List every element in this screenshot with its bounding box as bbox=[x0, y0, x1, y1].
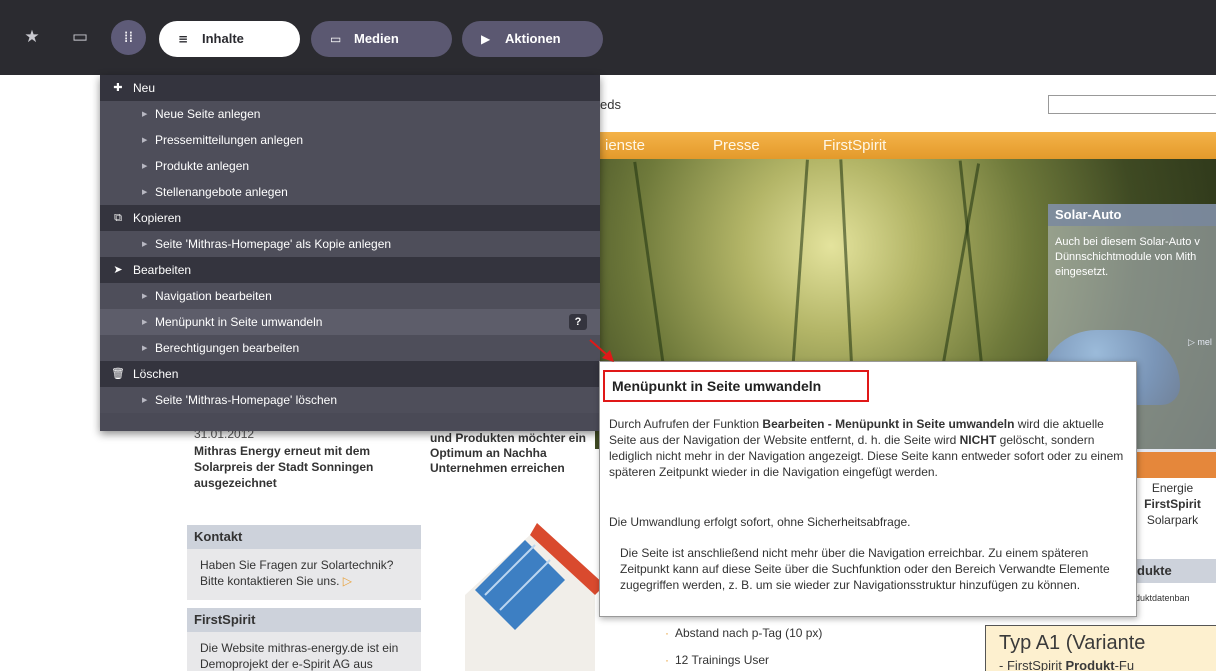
caret-right-icon: ▶ bbox=[142, 110, 148, 118]
help-button[interactable]: ? bbox=[569, 314, 587, 330]
menu-item-seite-loeschen[interactable]: ▶ Seite 'Mithras-Homepage' löschen bbox=[100, 387, 600, 413]
grid-icon[interactable]: ⁞⁞ bbox=[111, 20, 146, 55]
trash-icon: 🗑 bbox=[111, 367, 125, 380]
caret-right-icon: ▶ bbox=[142, 292, 148, 300]
tooltip-paragraph: Die Umwandlung erfolgt sofort, ohne Sich… bbox=[609, 515, 911, 529]
nav-item-firstspirit[interactable]: FirstSpirit bbox=[823, 137, 886, 154]
typ-title: Typ A1 (Variante bbox=[999, 632, 1146, 654]
tooltip-paragraph: Durch Aufrufen der Funktion Bearbeiten -… bbox=[609, 417, 1124, 479]
inhalte-dropdown-menu: ✚ Neu ▶ Neue Seite anlegen ▶ Pressemitteilu… bbox=[100, 75, 600, 431]
kontakt-title: Kontakt bbox=[187, 525, 421, 549]
feeds-link[interactable]: eds bbox=[600, 97, 621, 112]
tooltip-paragraph: Die Seite ist anschließend nicht mehr üb… bbox=[620, 546, 1110, 592]
tooltip-title: Menüpunkt in Seite umwandeln bbox=[603, 370, 869, 402]
menu-item-navigation-bearbeiten[interactable]: ▶ Navigation bearbeiten bbox=[100, 283, 600, 309]
site-search-input[interactable] bbox=[1048, 95, 1216, 114]
cursor-icon: ➤ bbox=[113, 263, 123, 276]
menu-item-stellenangebote[interactable]: ▶ Stellenangebote anlegen bbox=[100, 179, 600, 205]
arrow-link-icon[interactable]: ▷ bbox=[343, 574, 352, 588]
orange-header bbox=[1129, 452, 1216, 478]
caret-right-icon: ▶ bbox=[142, 318, 148, 326]
typ-annotation: Typ A1 (Variante - FirstSpirit Produkt-F… bbox=[985, 625, 1216, 671]
typ-subtitle: - FirstSpirit Produkt-Fu bbox=[999, 658, 1135, 671]
intro-text: und Produkten möchter ein Optimum an Nac… bbox=[430, 431, 587, 475]
caret-right-icon: ▶ bbox=[142, 136, 148, 144]
menu-section-bearbeiten: ➤ Bearbeiten bbox=[100, 257, 600, 283]
copy-icon: ⧉ bbox=[114, 211, 122, 224]
firstspirit-title: FirstSpirit bbox=[187, 608, 421, 632]
tab-aktionen-label: Aktionen bbox=[505, 31, 561, 46]
menu-item-menuepunkt-umwandeln[interactable]: ▶ Menüpunkt in Seite umwandeln ? bbox=[100, 309, 600, 335]
tab-inhalte-label: Inhalte bbox=[202, 31, 244, 46]
firstspirit-box: FirstSpirit Die Website mithras-energy.d… bbox=[187, 608, 421, 671]
annotation-arrow-icon bbox=[589, 339, 614, 362]
star-sparkle-icon[interactable]: ★ bbox=[21, 26, 43, 48]
right-list-item[interactable]: FirstSpirit bbox=[1129, 496, 1216, 512]
bullet-item: · 12 Trainings User bbox=[665, 653, 770, 667]
nav-item-presse[interactable]: Presse bbox=[713, 137, 760, 154]
menu-item-kopie-anlegen[interactable]: ▶ Seite 'Mithras-Homepage' als Kopie anle… bbox=[100, 231, 600, 257]
menu-item-neue-seite[interactable]: ▶ Neue Seite anlegen bbox=[100, 101, 600, 127]
list-icon: ≡ bbox=[178, 32, 189, 46]
tab-medien[interactable]: ▭ Medien bbox=[311, 21, 452, 57]
produktdatenbank-link[interactable]: duktdatenban bbox=[1135, 593, 1190, 603]
devices-icon[interactable]: ▭ bbox=[69, 26, 91, 48]
menu-section-kopieren: ⧉ Kopieren bbox=[100, 205, 600, 231]
house-illustration bbox=[465, 523, 605, 671]
right-list-item[interactable]: Solarpark bbox=[1129, 512, 1216, 528]
top-toolbar: ★ ▭ ⁞⁞ ≡ Inhalte ▭ Medien ▶ Aktionen bbox=[0, 0, 1216, 75]
tab-aktionen[interactable]: ▶ Aktionen bbox=[462, 21, 603, 57]
caret-right-icon: ▶ bbox=[142, 344, 148, 352]
menu-section-loeschen: 🗑 Löschen bbox=[100, 361, 600, 387]
site-navigation: ienste Presse FirstSpirit bbox=[595, 132, 1216, 159]
solar-more-link[interactable]: ▷ mel bbox=[1188, 337, 1212, 348]
menu-item-produkte[interactable]: ▶ Produkte anlegen bbox=[100, 153, 600, 179]
produkte-title: dukte bbox=[1129, 559, 1216, 583]
solar-auto-text: Auch bei diesem Solar-Auto v Dünnschicht… bbox=[1055, 236, 1200, 278]
caret-right-icon: ▶ bbox=[142, 240, 148, 248]
right-list-item[interactable]: Energie bbox=[1129, 480, 1216, 496]
firstspirit-text: Die Website mithras-energy.de ist ein De… bbox=[200, 641, 399, 671]
caret-right-icon: ▶ bbox=[142, 396, 148, 404]
monitor-icon: ▭ bbox=[330, 32, 342, 46]
help-tooltip: Menüpunkt in Seite umwandeln Durch Aufru… bbox=[599, 361, 1137, 617]
solar-auto-title: Solar-Auto bbox=[1048, 204, 1216, 226]
tab-medien-label: Medien bbox=[354, 31, 399, 46]
bullet-item: · Abstand nach p-Tag (10 px) bbox=[665, 626, 823, 640]
menu-section-neu: ✚ Neu bbox=[100, 75, 600, 101]
menu-item-berechtigungen[interactable]: ▶ Berechtigungen bearbeiten bbox=[100, 335, 600, 361]
right-list: Energie FirstSpirit Solarpark bbox=[1129, 480, 1216, 528]
kontakt-box: Kontakt Haben Sie Fragen zur Solartechni… bbox=[187, 525, 421, 600]
tab-inhalte[interactable]: ≡ Inhalte bbox=[159, 21, 300, 57]
nav-item-dienste[interactable]: ienste bbox=[605, 137, 645, 154]
caret-right-icon: ▶ bbox=[142, 188, 148, 196]
menu-item-pressemitteilungen[interactable]: ▶ Pressemitteilungen anlegen bbox=[100, 127, 600, 153]
plus-icon: ✚ bbox=[113, 81, 123, 94]
news-title[interactable]: Mithras Energy erneut mit dem Solarpreis… bbox=[194, 443, 424, 491]
kontakt-text: Haben Sie Fragen zur Solartechnik? Bitte… bbox=[200, 558, 394, 588]
play-icon: ▶ bbox=[481, 32, 491, 46]
caret-right-icon: ▶ bbox=[142, 162, 148, 170]
